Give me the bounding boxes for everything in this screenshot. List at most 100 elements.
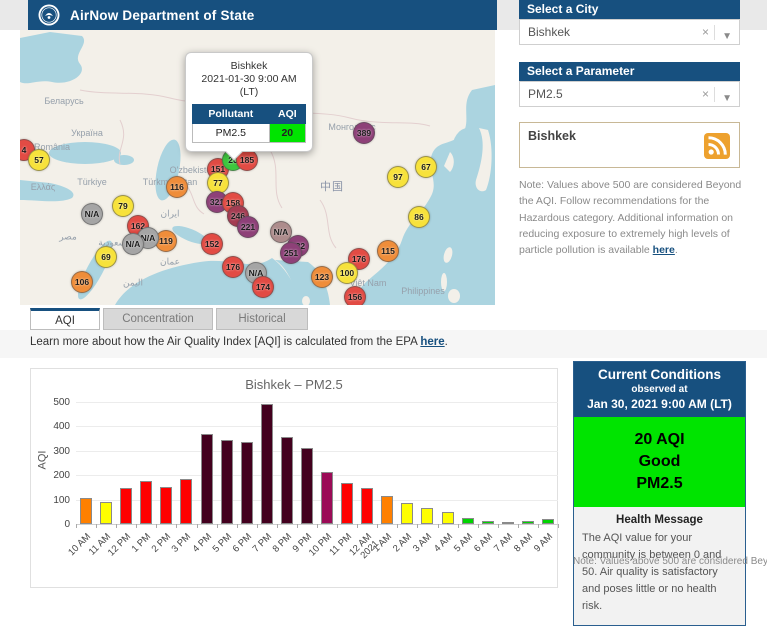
chart-xtick [116, 524, 117, 528]
map-aqi-marker[interactable]: 176 [222, 256, 244, 278]
rss-feed-box: Bishkek [519, 122, 740, 168]
tooltip-aqi-value: 20 [269, 124, 305, 143]
chart-bar[interactable] [421, 508, 433, 524]
map-aqi-marker[interactable]: 152 [201, 233, 223, 255]
learn-more-suffix: . [445, 336, 448, 348]
chart-gridline [76, 402, 558, 403]
clear-parameter-icon[interactable]: × [702, 87, 709, 101]
learn-more-link[interactable]: here [420, 336, 444, 348]
chart-bar[interactable] [281, 437, 293, 524]
map-aqi-marker[interactable]: 86 [408, 206, 430, 228]
chevron-down-icon[interactable]: ▼ [722, 25, 732, 49]
chart-bar[interactable] [140, 481, 152, 524]
map-aqi-marker[interactable]: N/A [122, 233, 144, 255]
chart-xtick [377, 524, 378, 528]
map-aqi-marker[interactable]: 221 [237, 216, 259, 238]
chart-bar[interactable] [482, 521, 494, 524]
sidebar-note: Note: Values above 500 are considered Be… [519, 177, 744, 258]
chart-xtick [96, 524, 97, 528]
chart-xtick [197, 524, 198, 528]
chart-bar[interactable] [261, 404, 273, 524]
chart-bar[interactable] [201, 434, 213, 524]
map-aqi-marker[interactable]: 57 [28, 149, 50, 171]
chart-xtick [417, 524, 418, 528]
page: AirNow Department of State [0, 0, 767, 564]
chart-bar[interactable] [462, 518, 474, 524]
parameter-select[interactable]: PM2.5 × ▼ [519, 81, 740, 107]
chart-ytick-label: 200 [34, 470, 70, 481]
chart-bar[interactable] [100, 502, 112, 524]
learn-more-label: Learn more about how the Air Quality Ind… [30, 336, 420, 348]
chart-plot-area: 010020030040050010 AM11 AM12 PM1 PM2 PM3… [76, 402, 558, 524]
chart-bar[interactable] [522, 521, 534, 524]
map-aqi-marker[interactable]: 79 [112, 195, 134, 217]
map-country-label: مصر [59, 232, 77, 243]
chart-bar[interactable] [442, 512, 454, 524]
current-conditions-subtitle: observed at [576, 384, 743, 395]
map-aqi-marker[interactable]: 100 [336, 262, 358, 284]
select-divider [714, 25, 715, 40]
chart-xtick [297, 524, 298, 528]
chart-bar[interactable] [321, 472, 333, 524]
map-aqi-marker[interactable]: 67 [415, 156, 437, 178]
current-aqi-block: 20 AQI Good PM2.5 [574, 417, 745, 507]
map-country-label: Україна [71, 128, 103, 138]
chart-xtick [317, 524, 318, 528]
tab-aqi[interactable]: AQI [30, 308, 100, 330]
chart-xtick [518, 524, 519, 528]
map-aqi-marker[interactable]: 97 [387, 166, 409, 188]
tab-historical[interactable]: Historical [216, 308, 308, 330]
current-conditions-header: Current Conditions observed at Jan 30, 2… [574, 362, 745, 417]
chart-xtick [277, 524, 278, 528]
map-aqi-marker[interactable]: 251 [280, 242, 302, 264]
chart-xtick [76, 524, 77, 528]
chart-ytick-label: 100 [34, 495, 70, 506]
parameter-select-value: PM2.5 [528, 87, 563, 101]
chart-bar[interactable] [542, 519, 554, 524]
chart-ytick-label: 500 [34, 397, 70, 408]
chart-xtick [558, 524, 559, 528]
state-department-seal-icon [38, 4, 60, 26]
map-aqi-marker[interactable]: 106 [71, 271, 93, 293]
current-conditions-panel: Current Conditions observed at Jan 30, 2… [573, 361, 746, 626]
map-aqi-marker[interactable]: N/A [81, 203, 103, 225]
chevron-down-icon[interactable]: ▼ [722, 87, 732, 111]
map-aqi-marker[interactable]: 174 [252, 276, 274, 298]
city-select[interactable]: Bishkek × ▼ [519, 19, 740, 45]
chart-xtick [498, 524, 499, 528]
chart-xtick [217, 524, 218, 528]
chart-bar[interactable] [341, 483, 353, 524]
chart-bar[interactable] [381, 496, 393, 524]
chart-bar[interactable] [120, 488, 132, 524]
chart-bar[interactable] [301, 448, 313, 524]
chart-bar[interactable] [221, 440, 233, 524]
current-aqi-pollutant: PM2.5 [574, 473, 745, 495]
map-country-label: ايران [160, 209, 179, 220]
sidebar-note-link[interactable]: here [653, 244, 675, 256]
tooltip-datetime: 2021-01-30 9:00 AM [192, 73, 306, 86]
chart-bar[interactable] [502, 522, 514, 524]
map-aqi-marker[interactable]: 389 [353, 122, 375, 144]
clear-city-icon[interactable]: × [702, 25, 709, 39]
aqi-world-map[interactable]: БеларусьУкраїнаRomâniaΕλλάςTürkiyeO'zbek… [20, 30, 495, 305]
chart-bar[interactable] [160, 487, 172, 524]
tab-concentration[interactable]: Concentration [103, 308, 213, 330]
chart-bar[interactable] [180, 479, 192, 524]
health-message-text: The AQI value for your community is betw… [582, 530, 737, 615]
chart-ytick-label: 300 [34, 446, 70, 457]
map-aqi-marker[interactable]: 116 [166, 176, 188, 198]
map-country-label: Türkiye [77, 177, 107, 187]
chart-title: Bishkek – PM2.5 [31, 377, 557, 392]
chart-xtick [357, 524, 358, 528]
chart-bar[interactable] [80, 498, 92, 524]
current-conditions-title: Current Conditions [576, 367, 743, 382]
map-aqi-marker[interactable]: 123 [311, 266, 333, 288]
chart-bar[interactable] [361, 488, 373, 524]
rss-feed-icon[interactable] [704, 133, 730, 159]
chart-xtick [458, 524, 459, 528]
map-aqi-marker[interactable]: 69 [95, 246, 117, 268]
map-aqi-marker[interactable]: 115 [377, 240, 399, 262]
map-aqi-marker[interactable]: 156 [344, 286, 366, 305]
chart-bar[interactable] [401, 503, 413, 524]
chart-bar[interactable] [241, 442, 253, 524]
